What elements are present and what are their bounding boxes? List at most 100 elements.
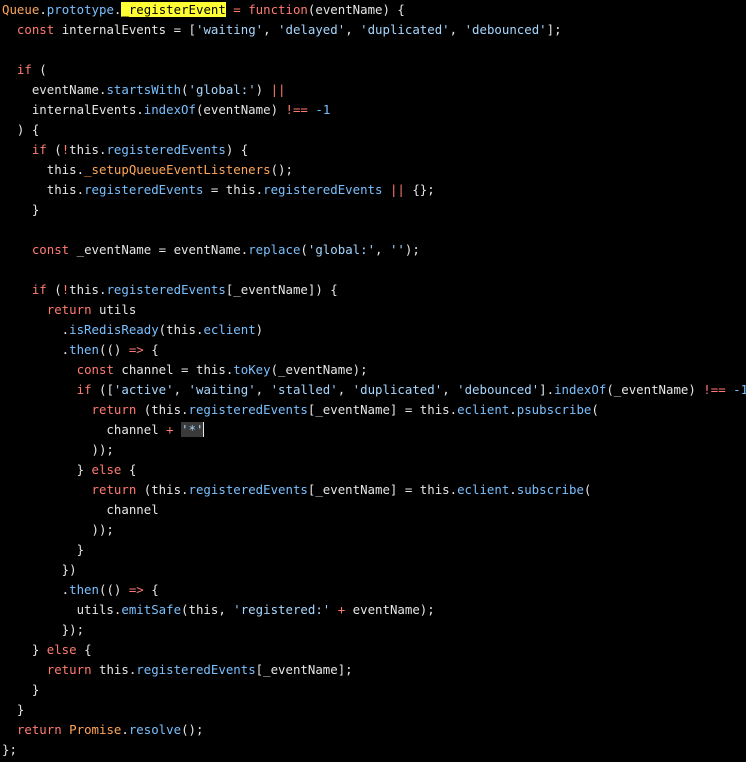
code-token: eclient: [203, 322, 256, 337]
code-token: ||: [389, 182, 405, 197]
code-token: {: [143, 342, 159, 357]
code-token: eventName);: [345, 602, 435, 617]
code-line[interactable]: const _eventName = eventName.replace('gl…: [2, 240, 746, 260]
code-token: [_eventName]) {: [225, 282, 338, 297]
code-token: [_eventName] = this.: [307, 402, 458, 417]
code-token: (_eventName): [606, 382, 704, 397]
code-token: '': [389, 242, 405, 257]
code-line[interactable]: return (this.registeredEvents[_eventName…: [2, 480, 746, 500]
code-token: 'waiting': [188, 382, 256, 397]
code-token: else: [91, 462, 122, 477]
code-line[interactable]: const internalEvents = ['waiting', 'dela…: [2, 20, 746, 40]
code-token: (: [300, 242, 308, 257]
code-line[interactable]: return utils: [2, 300, 746, 320]
code-line[interactable]: }): [2, 560, 746, 580]
code-line[interactable]: };: [2, 740, 746, 760]
code-token: psubscribe: [516, 402, 592, 417]
code-token: (this.: [158, 322, 204, 337]
code-line[interactable]: if (: [2, 60, 746, 80]
code-line[interactable]: return (this.registeredEvents[_eventName…: [2, 400, 746, 420]
code-token: -1: [733, 382, 746, 397]
code-line[interactable]: }: [2, 680, 746, 700]
code-token: ) {: [225, 142, 249, 157]
code-token: registeredEvents: [136, 662, 256, 677]
code-token: ();: [270, 162, 293, 177]
code-token: 'debounced': [464, 22, 547, 37]
code-token: if: [31, 282, 47, 297]
code-token: registeredEvents: [188, 402, 308, 417]
code-token: subscribe: [516, 482, 584, 497]
code-line[interactable]: if (!this.registeredEvents) {: [2, 140, 746, 160]
code-token: channel: [2, 502, 159, 517]
code-token: }: [2, 682, 40, 697]
code-line[interactable]: ) {: [2, 120, 746, 140]
code-line[interactable]: this._setupQueueEventListeners();: [2, 160, 746, 180]
code-line[interactable]: return Promise.resolve();: [2, 720, 746, 740]
code-token: [_eventName];: [255, 662, 353, 677]
code-line[interactable]: eventName.startsWith('global:') ||: [2, 80, 746, 100]
code-line[interactable]: [2, 220, 746, 240]
code-token: 'delayed': [278, 22, 346, 37]
code-token: =: [225, 2, 249, 17]
code-line[interactable]: channel: [2, 500, 746, 520]
code-line[interactable]: }: [2, 200, 746, 220]
code-token: ,: [442, 382, 458, 397]
code-line[interactable]: });: [2, 620, 746, 640]
code-token: .: [2, 322, 70, 337]
code-line[interactable]: } else {: [2, 640, 746, 660]
code-line[interactable]: channel + '*': [2, 420, 746, 440]
code-token: {};: [404, 182, 435, 197]
code-token: emitSafe: [121, 602, 182, 617]
code-token: =>: [128, 342, 144, 357]
code-text-area[interactable]: Queue.prototype._registerEvent = functio…: [2, 0, 746, 760]
code-token: (this,: [181, 602, 234, 617]
code-token: const: [16, 22, 55, 37]
code-line[interactable]: ));: [2, 440, 746, 460]
code-line[interactable]: [2, 40, 746, 60]
code-token: channel = this.: [113, 362, 234, 377]
code-line[interactable]: if (!this.registeredEvents[_eventName]) …: [2, 280, 746, 300]
code-token: -1: [315, 102, 331, 117]
code-line[interactable]: } else {: [2, 460, 746, 480]
code-token: ));: [2, 522, 114, 537]
code-line[interactable]: ));: [2, 520, 746, 540]
code-token: 'registered:': [233, 602, 331, 617]
code-token: return: [46, 662, 92, 677]
code-token: }: [2, 202, 40, 217]
code-token: then: [69, 582, 99, 597]
code-line[interactable]: }: [2, 700, 746, 720]
code-editor[interactable]: Queue.prototype._registerEvent = functio…: [0, 0, 746, 762]
code-line[interactable]: return this.registeredEvents[_eventName]…: [2, 660, 746, 680]
code-token: ,: [449, 22, 465, 37]
code-token: utils.: [2, 602, 122, 617]
code-token: ) {: [2, 122, 40, 137]
code-token: );: [404, 242, 420, 257]
code-line[interactable]: .isRedisReady(this.eclient): [2, 320, 746, 340]
code-token: }: [2, 702, 25, 717]
code-token: +: [166, 422, 174, 437]
code-token: utils: [91, 302, 137, 317]
code-token: if: [16, 62, 32, 77]
code-token: !==: [285, 102, 308, 117]
code-line[interactable]: utils.emitSafe(this, 'registered:' + eve…: [2, 600, 746, 620]
code-line[interactable]: Queue.prototype._registerEvent = functio…: [2, 0, 746, 20]
code-line[interactable]: if (['active', 'waiting', 'stalled', 'du…: [2, 380, 746, 400]
code-line[interactable]: .then(() => {: [2, 340, 746, 360]
code-line[interactable]: const channel = this.toKey(_eventName);: [2, 360, 746, 380]
code-token: ];: [546, 22, 562, 37]
code-line[interactable]: [2, 260, 746, 280]
code-token: this.: [69, 282, 107, 297]
code-line[interactable]: .then(() => {: [2, 580, 746, 600]
code-token: }): [2, 562, 77, 577]
code-token: if: [31, 142, 47, 157]
code-token: .: [509, 402, 517, 417]
code-line[interactable]: internalEvents.indexOf(eventName) !== -1: [2, 100, 746, 120]
code-token: 'stalled': [270, 382, 338, 397]
code-line[interactable]: this.registeredEvents = this.registeredE…: [2, 180, 746, 200]
code-token: then: [69, 342, 99, 357]
code-line[interactable]: }: [2, 540, 746, 560]
